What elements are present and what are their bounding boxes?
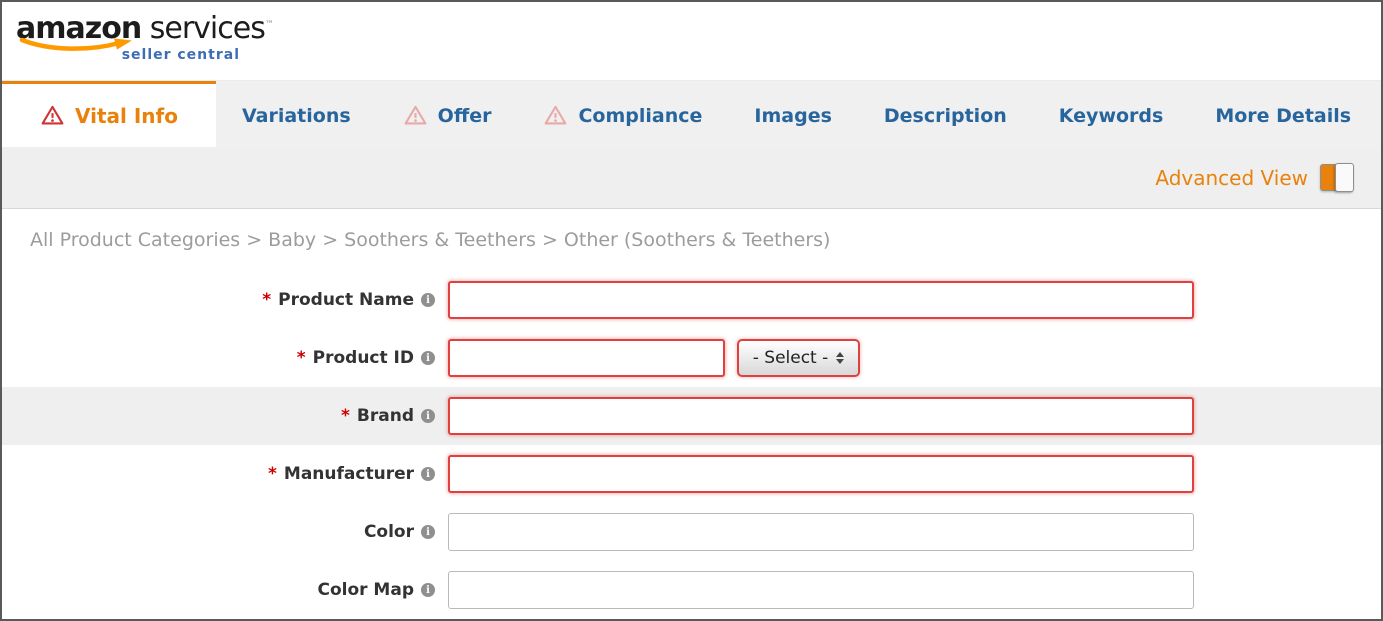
tab-images[interactable]: Images: [728, 81, 857, 147]
required-asterisk: *: [262, 290, 271, 310]
tab-label: Variations: [242, 105, 351, 127]
toggle-knob: [1335, 163, 1354, 192]
field-label: Manufacturer: [284, 464, 414, 484]
tab-label: Description: [884, 105, 1007, 127]
form-row: * Color i: [2, 503, 1381, 561]
tab-more-details[interactable]: More Details: [1189, 81, 1377, 147]
tab-label: Keywords: [1059, 105, 1164, 127]
vital-info-form: * Product Name i * Product ID i - Select…: [2, 271, 1381, 619]
tab-description[interactable]: Description: [858, 81, 1033, 147]
tab-compliance[interactable]: Compliance: [517, 81, 728, 147]
field-label-cell: * Manufacturer i: [2, 464, 448, 484]
product-id-input[interactable]: [448, 339, 725, 377]
manufacturer-input[interactable]: [448, 455, 1194, 493]
header: amazon services™ seller central: [2, 2, 1381, 81]
warning-icon: [543, 104, 568, 127]
form-row: * Product Name i: [2, 271, 1381, 329]
field-label-cell: * Color Map i: [2, 580, 448, 600]
product-name-input[interactable]: [448, 281, 1194, 319]
product-id-select[interactable]: - Select -: [737, 339, 860, 377]
field-label-cell: * Product Name i: [2, 290, 448, 310]
logo-wordmark: amazon services™: [16, 8, 274, 46]
tab-label: Images: [754, 105, 831, 127]
field-label: Product ID: [313, 348, 414, 368]
form-row: * Product ID i - Select -: [2, 329, 1381, 387]
brand-input[interactable]: [448, 397, 1194, 435]
page: amazon services™ seller central Vital In…: [0, 0, 1383, 621]
form-row: * Brand i: [2, 387, 1381, 445]
field-label-cell: * Brand i: [2, 406, 448, 426]
info-icon[interactable]: i: [421, 351, 435, 365]
info-icon[interactable]: i: [421, 525, 435, 539]
field-label: Color: [364, 522, 414, 542]
breadcrumb[interactable]: All Product Categories > Baby > Soothers…: [2, 209, 1381, 271]
select-value: - Select -: [753, 348, 829, 368]
amazon-services-logo: amazon services™ seller central: [16, 8, 274, 63]
required-asterisk: *: [268, 464, 277, 484]
tab-label: More Details: [1215, 105, 1351, 127]
advanced-view-label: Advanced View: [1155, 166, 1308, 190]
tab-keywords[interactable]: Keywords: [1033, 81, 1190, 147]
form-row: * Color Map i: [2, 561, 1381, 619]
warning-icon: [403, 104, 428, 127]
tab-label: Offer: [438, 105, 492, 127]
warning-icon: [40, 104, 65, 127]
tab-variations[interactable]: Variations: [216, 81, 377, 147]
color-map-input[interactable]: [448, 571, 1194, 609]
field-label-cell: * Product ID i: [2, 348, 448, 368]
tab-offer[interactable]: Offer: [377, 81, 518, 147]
amazon-smile-icon: [18, 37, 138, 54]
required-asterisk: *: [297, 348, 306, 368]
field-label: Brand: [357, 406, 414, 426]
tab-label: Compliance: [578, 105, 702, 127]
info-icon[interactable]: i: [421, 293, 435, 307]
advanced-view-toggle[interactable]: [1320, 164, 1353, 191]
info-icon[interactable]: i: [421, 409, 435, 423]
color-input[interactable]: [448, 513, 1194, 551]
advanced-view-bar: Advanced View: [2, 147, 1381, 209]
tab-bar: Vital Info Variations Offer Compliance I…: [2, 81, 1381, 147]
field-label-cell: * Color i: [2, 522, 448, 542]
info-icon[interactable]: i: [421, 467, 435, 481]
tab-vital-info[interactable]: Vital Info: [2, 81, 216, 147]
required-asterisk: *: [341, 406, 350, 426]
trademark-symbol: ™: [265, 20, 274, 30]
logo-suffix-text: services: [150, 11, 265, 46]
tab-label: Vital Info: [75, 104, 178, 128]
form-row: * Manufacturer i: [2, 445, 1381, 503]
select-arrows-icon: [836, 352, 844, 364]
field-label: Product Name: [278, 290, 414, 310]
info-icon[interactable]: i: [421, 583, 435, 597]
field-label: Color Map: [317, 580, 414, 600]
